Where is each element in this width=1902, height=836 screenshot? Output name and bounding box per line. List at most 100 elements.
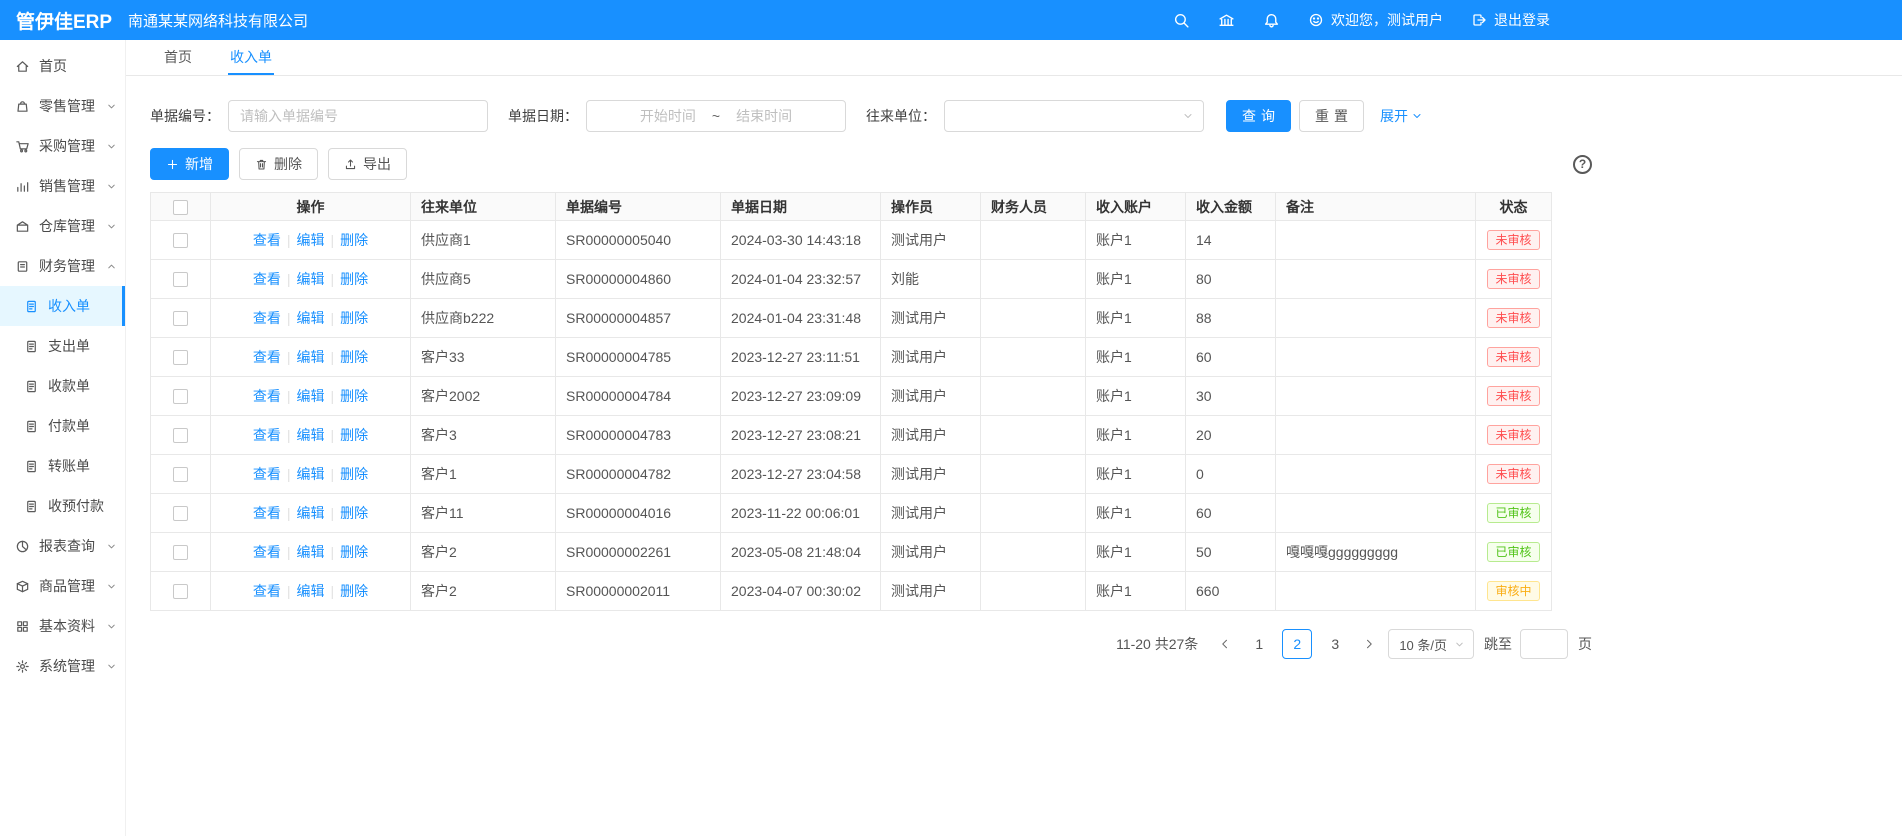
sidebar-item-purchase[interactable]: 采购管理 [0,126,125,166]
view-link[interactable]: 查看 [253,505,281,521]
doc-icon [24,339,39,354]
edit-link[interactable]: 编辑 [297,349,325,365]
action-separator: | [287,310,291,326]
delete-label: 删除 [274,154,302,174]
sidebar-item-label: 仓库管理 [39,216,97,236]
row-checkbox[interactable] [173,350,188,365]
welcome-user[interactable]: 欢迎您，测试用户 [1308,10,1443,30]
page-button-1[interactable]: 1 [1244,629,1274,659]
cell-account: 账户1 [1086,299,1186,338]
expand-link[interactable]: 展开 [1380,106,1423,126]
add-button[interactable]: 新增 [150,148,229,180]
row-checkbox[interactable] [173,233,188,248]
sidebar-item-sales[interactable]: 销售管理 [0,166,125,206]
edit-link[interactable]: 编辑 [297,544,325,560]
view-link[interactable]: 查看 [253,310,281,326]
sidebar-item-warehouse[interactable]: 仓库管理 [0,206,125,246]
sidebar-item-system[interactable]: 系统管理 [0,646,125,686]
delete-link[interactable]: 删除 [340,349,368,365]
row-checkbox[interactable] [173,272,188,287]
delete-link[interactable]: 删除 [340,427,368,443]
row-checkbox[interactable] [173,389,188,404]
cell-amount: 60 [1186,494,1276,533]
bell-icon[interactable] [1263,12,1280,29]
bank-icon[interactable] [1218,12,1235,29]
page-button-3[interactable]: 3 [1320,629,1350,659]
chevron-down-icon [106,661,117,672]
doc-icon [24,419,39,434]
tab-income[interactable]: 收入单 [228,40,274,75]
plus-icon [166,158,179,171]
edit-link[interactable]: 编辑 [297,310,325,326]
delete-link[interactable]: 删除 [340,310,368,326]
row-checkbox[interactable] [173,467,188,482]
view-link[interactable]: 查看 [253,583,281,599]
row-checkbox[interactable] [173,311,188,326]
sidebar-item-report[interactable]: 报表查询 [0,526,125,566]
page-button-2[interactable]: 2 [1282,629,1312,659]
delete-link[interactable]: 删除 [340,544,368,560]
sidebar: 首页零售管理采购管理销售管理仓库管理财务管理收入单支出单收款单付款单转账单收预付… [0,40,126,836]
reset-button[interactable]: 重置 [1299,100,1364,132]
sidebar-item-retail[interactable]: 零售管理 [0,86,125,126]
logout-button[interactable]: 退出登录 [1471,10,1550,30]
unit-select[interactable] [944,100,1204,132]
edit-link[interactable]: 编辑 [297,583,325,599]
doc-no-input[interactable] [228,100,488,132]
prev-page-button[interactable] [1214,629,1236,659]
next-page-button[interactable] [1358,629,1380,659]
filter-bar: 单据编号： 单据日期： 开始时间 ~ 结束时间 往来单位： 查询 重置 [150,100,1592,132]
delete-link[interactable]: 删除 [340,388,368,404]
sidebar-item-product[interactable]: 商品管理 [0,566,125,606]
edit-link[interactable]: 编辑 [297,427,325,443]
sidebar-subitem-prepaid[interactable]: 收预付款 [0,486,125,526]
view-link[interactable]: 查看 [253,349,281,365]
sidebar-subitem-payment[interactable]: 付款单 [0,406,125,446]
page-size-select[interactable]: 10 条/页 [1388,629,1474,659]
edit-link[interactable]: 编辑 [297,232,325,248]
doc-icon [24,379,39,394]
edit-link[interactable]: 编辑 [297,388,325,404]
search-icon[interactable] [1173,12,1190,29]
sidebar-item-home[interactable]: 首页 [0,46,125,86]
cell-finance [981,377,1086,416]
jump-input[interactable] [1520,629,1568,659]
delete-link[interactable]: 删除 [340,232,368,248]
view-link[interactable]: 查看 [253,388,281,404]
delete-link[interactable]: 删除 [340,466,368,482]
view-link[interactable]: 查看 [253,427,281,443]
view-link[interactable]: 查看 [253,466,281,482]
view-link[interactable]: 查看 [253,271,281,287]
delete-link[interactable]: 删除 [340,505,368,521]
search-button[interactable]: 查询 [1226,100,1291,132]
edit-link[interactable]: 编辑 [297,271,325,287]
row-checkbox[interactable] [173,584,188,599]
action-separator: | [331,349,335,365]
select-all-checkbox[interactable] [173,200,188,215]
page-size-value: 10 条/页 [1399,635,1447,654]
sidebar-subitem-transfer[interactable]: 转账单 [0,446,125,486]
cell-amount: 0 [1186,455,1276,494]
date-range-picker[interactable]: 开始时间 ~ 结束时间 [586,100,846,132]
sidebar-subitem-label: 付款单 [48,416,117,436]
row-checkbox[interactable] [173,506,188,521]
chevron-down-icon [106,181,117,192]
sidebar-subitem-expense[interactable]: 支出单 [0,326,125,366]
row-checkbox[interactable] [173,545,188,560]
tab-home[interactable]: 首页 [162,40,194,75]
sidebar-item-finance[interactable]: 财务管理 [0,246,125,286]
view-link[interactable]: 查看 [253,232,281,248]
action-separator: | [287,271,291,287]
sidebar-item-basicdata[interactable]: 基本资料 [0,606,125,646]
edit-link[interactable]: 编辑 [297,466,325,482]
view-link[interactable]: 查看 [253,544,281,560]
delete-link[interactable]: 删除 [340,583,368,599]
sidebar-subitem-receipt[interactable]: 收款单 [0,366,125,406]
delete-link[interactable]: 删除 [340,271,368,287]
help-icon[interactable]: ? [1573,155,1592,174]
export-button[interactable]: 导出 [328,148,407,180]
sidebar-subitem-income[interactable]: 收入单 [0,286,125,326]
edit-link[interactable]: 编辑 [297,505,325,521]
delete-button[interactable]: 删除 [239,148,318,180]
row-checkbox[interactable] [173,428,188,443]
